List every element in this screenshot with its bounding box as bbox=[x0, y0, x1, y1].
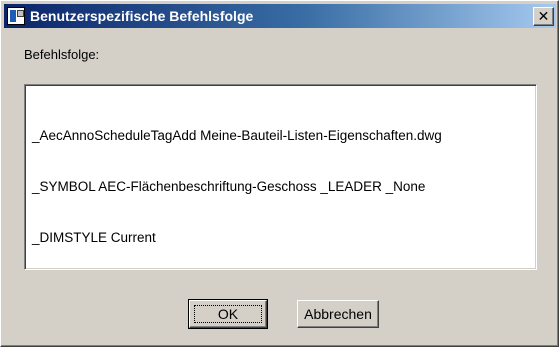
command-line: _SYMBOL AEC-Flächenbeschriftung-Geschoss… bbox=[32, 179, 426, 194]
command-sequence-label: Befehlsfolge: bbox=[24, 47, 100, 62]
focus-rectangle bbox=[194, 305, 262, 323]
window-title: Benutzerspezifische Befehlsfolge bbox=[30, 8, 254, 24]
dialog-window: Benutzerspezifische Befehlsfolge ✕ Befeh… bbox=[0, 0, 559, 347]
close-button[interactable]: ✕ bbox=[533, 6, 554, 26]
cancel-button-label: Abbrechen bbox=[304, 306, 372, 322]
cancel-button[interactable]: Abbrechen bbox=[297, 300, 379, 328]
command-line: _DIMSTYLE Current bbox=[32, 230, 156, 245]
command-line: _AecAnnoScheduleTagAdd Meine-Bauteil-Lis… bbox=[32, 128, 442, 143]
app-icon bbox=[7, 7, 25, 25]
close-icon: ✕ bbox=[537, 8, 550, 24]
command-sequence-textarea[interactable]: _AecAnnoScheduleTagAdd Meine-Bauteil-Lis… bbox=[24, 84, 537, 270]
title-bar[interactable]: Benutzerspezifische Befehlsfolge ✕ bbox=[4, 4, 556, 28]
ok-button[interactable]: OK bbox=[188, 299, 268, 329]
